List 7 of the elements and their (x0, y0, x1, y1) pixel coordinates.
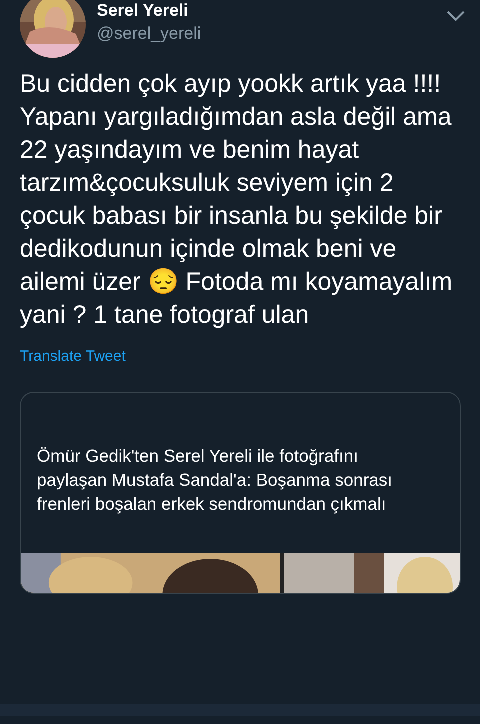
tweet-text: Bu cidden çok ayıp yookk artık yaa !!!! Yapanı yargıladığımdan asla değil ama 22 yaşındayım ve benim hayat tarzım&çocuksuluk seviyem için 2 çocuk babası bir insanla bu şekilde bir dedikodunun içinde olmak beni ve ailemi üzer 😔 Fotoda mı koyamayalım yani ? 1 tane fotograf ulan (20, 69, 454, 331)
author-name: Serel Yereli (97, 0, 190, 22)
card-title: Ömür Gedik'ten Serel Yereli ile fotoğrafını paylaşan Mustafa Sandal'a: Boşanma sonrası frenleri boşalan erkek sendromundan çıkmalı (36, 445, 394, 516)
author-handle: @serel_yereli (97, 23, 202, 45)
chevron-down-icon[interactable] (446, 10, 466, 22)
link-card[interactable]: Ömür Gedik'ten Serel Yereli ile fotoğrafını paylaşan Mustafa Sandal'a: Boşanma sonrası frenleri boşalan erkek sendromundan çıkmalı (20, 392, 461, 594)
translate-link[interactable]: Translate Tweet (20, 348, 126, 365)
